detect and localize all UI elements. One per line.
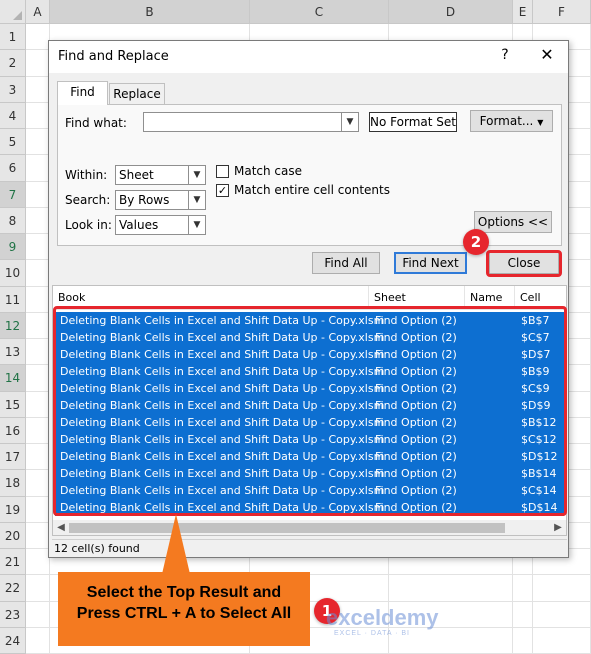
row-header-22[interactable]: 22 — [0, 575, 26, 602]
find-tab-panel: Find what: ▼ No Format Set Format... ▼ W… — [57, 104, 562, 246]
row-header-5[interactable]: 5 — [0, 129, 26, 156]
row-header-17[interactable]: 17 — [0, 444, 26, 471]
close-highlight-box — [486, 250, 562, 277]
results-highlight-box — [53, 306, 567, 516]
tab-find[interactable]: Find — [57, 81, 108, 105]
format-preview: No Format Set — [369, 112, 457, 132]
row-header-14[interactable]: 14 — [0, 365, 26, 392]
callout-line-2: Press CTRL + A to Select All — [76, 605, 292, 622]
horizontal-scrollbar[interactable]: ◀ ▶ — [53, 520, 566, 535]
row-header-11[interactable]: 11 — [0, 286, 26, 313]
row-header-16[interactable]: 16 — [0, 417, 26, 444]
tab-find-label: Find — [70, 85, 95, 99]
format-button-label: Format... — [479, 114, 534, 128]
step-2-badge: 2 — [463, 229, 489, 255]
match-case-checkbox[interactable] — [216, 165, 229, 178]
options-button-label: Options << — [477, 215, 549, 229]
scroll-left-icon[interactable]: ◀ — [53, 520, 69, 535]
column-header-c[interactable]: C — [250, 0, 389, 24]
chevron-down-icon[interactable]: ▼ — [341, 113, 358, 131]
format-preview-label: No Format Set — [370, 115, 456, 129]
search-select[interactable]: By Rows ▼ — [115, 190, 206, 210]
chevron-down-icon: ▼ — [537, 118, 544, 127]
column-header-f[interactable]: F — [533, 0, 591, 24]
lookin-label: Look in: — [65, 218, 112, 232]
instruction-callout: Select the Top Result and Press CTRL + A… — [58, 572, 310, 646]
row-header-24[interactable]: 24 — [0, 627, 26, 654]
column-header-a[interactable]: A — [26, 0, 50, 24]
row-header-15[interactable]: 15 — [0, 391, 26, 418]
scroll-right-icon[interactable]: ▶ — [550, 520, 566, 535]
row-header-12[interactable]: 12 — [0, 312, 26, 339]
callout-line-1: Select the Top Result and — [86, 584, 282, 601]
row-header-1[interactable]: 1 — [0, 24, 26, 51]
within-select[interactable]: Sheet ▼ — [115, 165, 206, 185]
lookin-select[interactable]: Values ▼ — [115, 215, 206, 235]
help-icon[interactable]: ? — [495, 47, 515, 63]
find-next-label: Find Next — [402, 256, 459, 270]
row-header-3[interactable]: 3 — [0, 76, 26, 103]
format-button[interactable]: Format... ▼ — [470, 110, 553, 132]
search-value: By Rows — [119, 193, 170, 207]
tab-replace-label: Replace — [113, 87, 161, 101]
row-header-10[interactable]: 10 — [0, 260, 26, 287]
callout-pointer — [162, 514, 190, 574]
row-header-18[interactable]: 18 — [0, 470, 26, 497]
find-all-button[interactable]: Find All — [312, 252, 380, 274]
match-case-label: Match case — [234, 164, 303, 178]
options-button[interactable]: Options << — [474, 211, 552, 233]
find-next-button[interactable]: Find Next — [394, 252, 467, 274]
match-entire-checkbox[interactable]: ✓ — [216, 184, 229, 197]
status-bar: 12 cell(s) found — [52, 539, 567, 556]
column-header-d[interactable]: D — [389, 0, 513, 24]
find-all-label: Find All — [324, 256, 368, 270]
close-icon[interactable]: ✕ — [536, 45, 558, 64]
row-header-9[interactable]: 9 — [0, 234, 26, 261]
row-header-2[interactable]: 2 — [0, 50, 26, 77]
row-header-8[interactable]: 8 — [0, 207, 26, 234]
watermark-logo: exceldemy EXCEL · DATA · BI — [326, 605, 439, 637]
search-label: Search: — [65, 193, 111, 207]
row-header-21[interactable]: 21 — [0, 549, 26, 576]
find-what-label: Find what: — [65, 116, 127, 130]
dialog-title-bar[interactable]: Find and Replace ? ✕ — [49, 41, 568, 73]
lookin-value: Values — [119, 218, 159, 232]
row-header-6[interactable]: 6 — [0, 155, 26, 182]
row-header-19[interactable]: 19 — [0, 496, 26, 523]
row-header-23[interactable]: 23 — [0, 601, 26, 628]
row-header-4[interactable]: 4 — [0, 102, 26, 129]
row-header-13[interactable]: 13 — [0, 339, 26, 366]
chevron-down-icon[interactable]: ▼ — [188, 166, 205, 184]
select-all-corner[interactable] — [0, 0, 26, 24]
column-header-e[interactable]: E — [513, 0, 533, 24]
dialog-title: Find and Replace — [58, 49, 169, 64]
chevron-down-icon[interactable]: ▼ — [188, 216, 205, 234]
row-header-7[interactable]: 7 — [0, 181, 26, 208]
within-value: Sheet — [119, 168, 154, 182]
scrollbar-thumb[interactable] — [69, 523, 505, 533]
chevron-down-icon[interactable]: ▼ — [188, 191, 205, 209]
row-header-20[interactable]: 20 — [0, 522, 26, 549]
tab-replace[interactable]: Replace — [109, 83, 165, 104]
within-label: Within: — [65, 168, 108, 182]
results-count: 12 cell(s) found — [54, 542, 140, 555]
match-entire-label: Match entire cell contents — [234, 183, 390, 197]
column-header-b[interactable]: B — [50, 0, 250, 24]
find-what-input[interactable]: ▼ — [143, 112, 359, 132]
